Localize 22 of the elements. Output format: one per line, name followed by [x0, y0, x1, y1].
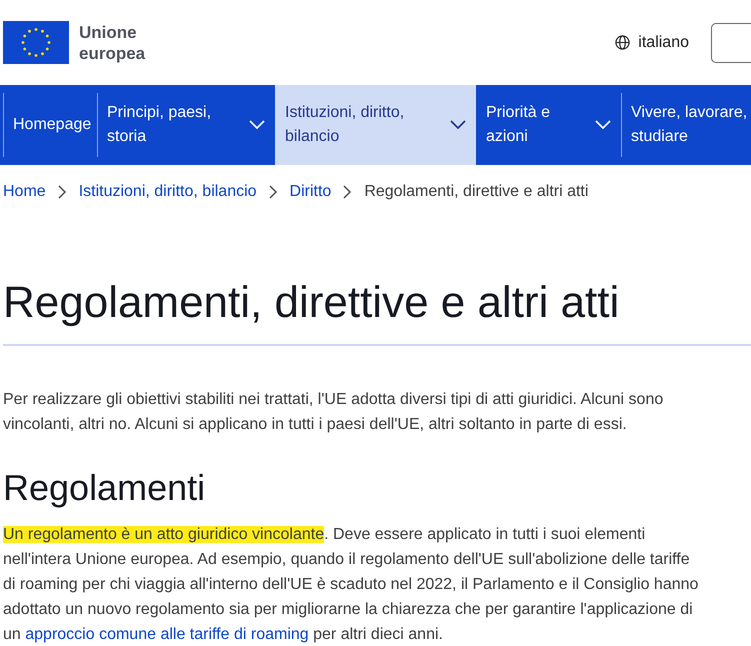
section-heading: Regolamenti: [3, 466, 206, 510]
page-title: Regolamenti, direttive e altri atti: [3, 277, 620, 329]
chevron-right-icon: [58, 185, 67, 199]
language-link[interactable]: italiano: [638, 34, 689, 52]
nav-item[interactable]: Priorità e azioni: [476, 85, 621, 165]
breadcrumb-link[interactable]: Istituzioni, diritto, bilancio: [78, 183, 257, 201]
breadcrumb-link[interactable]: Diritto: [290, 183, 332, 201]
nav-item[interactable]: Principi, paesi, storia: [97, 85, 275, 165]
globe-icon[interactable]: [615, 35, 630, 50]
chevron-right-icon: [343, 185, 352, 199]
nav-item[interactable]: Vivere, lavorare, studiare: [621, 85, 751, 165]
nav-item[interactable]: Homepage: [3, 85, 97, 165]
breadcrumb-link[interactable]: Home: [3, 183, 46, 201]
logo-text[interactable]: Unione europea: [79, 22, 159, 64]
breadcrumb-current: Regolamenti, direttive e altri atti: [364, 183, 588, 201]
chevron-right-icon: [268, 185, 278, 199]
nav-item[interactable]: Istituzioni, diritto, bilancio: [275, 85, 476, 165]
header-button[interactable]: [711, 22, 751, 62]
inline-link[interactable]: approccio comune alle tariffe di roaming: [25, 626, 309, 643]
body-paragraph: Un regolamento è un atto giuridico vincolante. Deve essere applicato in tutti i suoi elementi nell'intera Unione europea. Ad esempio, quando il regolamento dell'UE sull'abolizione delle tariffe di roaming per chi viaggia all'interno dell'UE è scaduto nel 2022, il Parlamento e il Consiglio hanno adottato un nuovo regolamento sia per migliorarne la chiarezza che per garantire l'applicazione di un approccio comune alle tariffe di roaming per altri dieci anni.: [3, 525, 700, 645]
intro-paragraph: Per realizzare gli obiettivi stabiliti nei trattati, l'UE adotta diversi tipi di atti giuridici. Alcuni sono vincolanti, altri no. Alcuni si applicano in tutti i paesi dell'UE, altri soltanto in parte di essi.: [3, 390, 664, 435]
eu-flag-icon[interactable]: [3, 21, 69, 64]
